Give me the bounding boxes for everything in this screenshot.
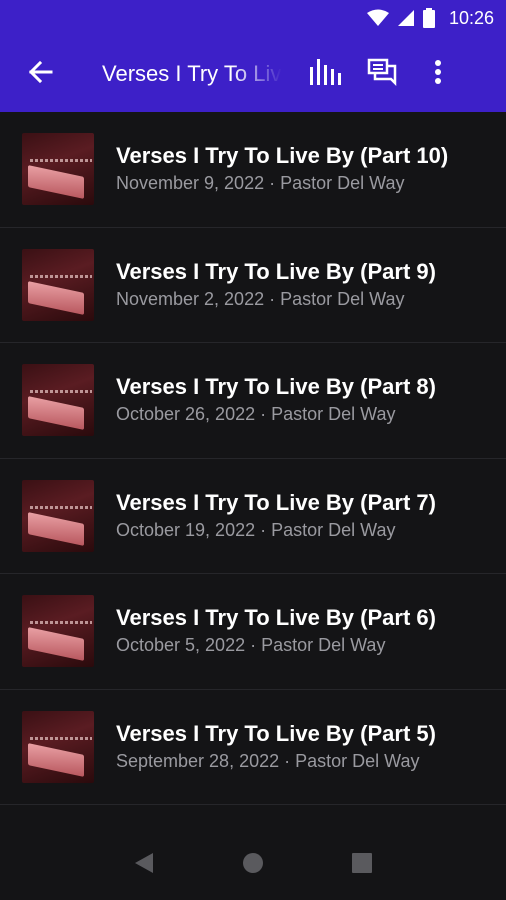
episode-thumbnail <box>22 133 94 206</box>
page-title: Verses I Try To Live By <box>102 61 282 86</box>
equalizer-icon <box>309 58 343 90</box>
episode-subtitle: September 28, 2022 · Pastor Del Way <box>116 750 420 771</box>
nav-home-icon <box>242 852 264 879</box>
cell-signal-icon <box>397 9 415 27</box>
battery-icon <box>422 8 435 28</box>
episode-subtitle: October 26, 2022 · Pastor Del Way <box>116 404 396 425</box>
episode-subtitle: November 9, 2022 · Pastor Del Way <box>116 173 405 194</box>
episode-thumbnail <box>22 364 94 437</box>
chat-button[interactable] <box>354 36 410 112</box>
equalizer-button[interactable] <box>298 36 354 112</box>
status-bar: 10:26 <box>0 0 506 36</box>
list-item[interactable]: Verses I Try To Live By (Part 6) October… <box>0 574 506 690</box>
system-nav-bar <box>0 830 506 900</box>
episode-list: Verses I Try To Live By (Part 10) Novemb… <box>0 112 506 830</box>
app-bar: Verses I Try To Live By <box>0 36 506 112</box>
episode-subtitle: November 2, 2022 · Pastor Del Way <box>116 288 405 309</box>
episode-thumbnail <box>22 248 94 321</box>
list-item[interactable]: Verses I Try To Live By (Part 9) Novembe… <box>0 228 506 343</box>
status-time: 10:26 <box>448 7 494 28</box>
back-button[interactable] <box>0 36 80 112</box>
chat-icon <box>367 58 397 91</box>
episode-title: Verses I Try To Live By (Part 9) <box>116 258 436 284</box>
list-item[interactable]: Verses I Try To Live By (Part 8) October… <box>0 343 506 459</box>
episode-thumbnail <box>22 595 94 668</box>
list-item[interactable]: Verses I Try To Live By (Part 7) October… <box>0 459 506 574</box>
list-item[interactable]: Verses I Try To Live By (Part 10) Novemb… <box>0 112 506 228</box>
episode-thumbnail <box>22 710 94 783</box>
list-item[interactable]: Verses I Try To Live By (Part 5) Septemb… <box>0 690 506 805</box>
arrow-back-icon <box>27 59 53 90</box>
episode-title: Verses I Try To Live By (Part 7) <box>116 489 436 515</box>
episode-subtitle: October 19, 2022 · Pastor Del Way <box>116 519 396 540</box>
episode-title: Verses I Try To Live By (Part 6) <box>116 605 436 631</box>
wifi-icon <box>366 9 389 27</box>
episode-title: Verses I Try To Live By (Part 8) <box>116 374 436 400</box>
episode-subtitle: October 5, 2022 · Pastor Del Way <box>116 635 386 656</box>
list-item-partial[interactable] <box>0 805 506 830</box>
episode-thumbnail <box>22 479 94 552</box>
nav-back-button[interactable] <box>124 845 164 885</box>
nav-recents-icon <box>351 852 372 878</box>
more-options-button[interactable] <box>410 36 466 112</box>
episode-title: Verses I Try To Live By (Part 10) <box>116 143 449 169</box>
nav-back-icon <box>134 852 154 879</box>
episode-title: Verses I Try To Live By (Part 5) <box>116 720 436 746</box>
nav-recents-button[interactable] <box>342 845 382 885</box>
nav-home-button[interactable] <box>233 845 273 885</box>
more-vert-icon <box>434 59 442 90</box>
